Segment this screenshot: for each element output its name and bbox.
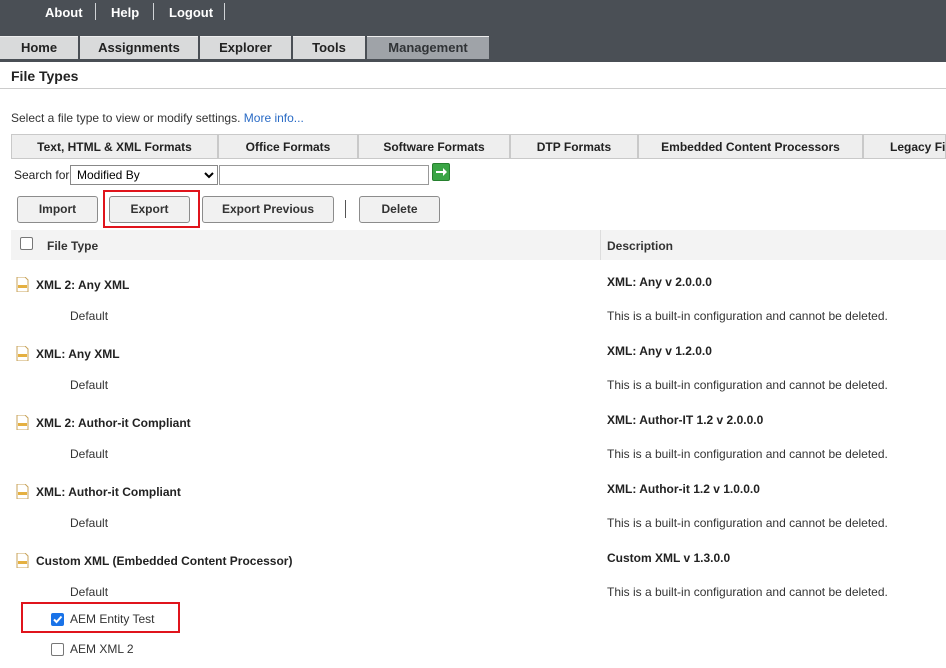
arrow-right-icon: [436, 168, 447, 176]
check-icon: [53, 615, 63, 624]
title-divider: [0, 88, 946, 89]
top-separator: [153, 3, 154, 20]
xml-file-icon: [16, 277, 29, 292]
configuration-name[interactable]: Default: [70, 516, 108, 530]
intro-label: Select a file type to view or modify set…: [11, 111, 241, 125]
configuration-name[interactable]: Default: [70, 447, 108, 461]
nav-tab-explorer[interactable]: Explorer: [200, 36, 291, 59]
search-input[interactable]: [219, 165, 429, 185]
configuration-description: This is a built-in configuration and can…: [607, 516, 888, 530]
configuration-name[interactable]: Default: [70, 378, 108, 392]
configuration-description: This is a built-in configuration and can…: [607, 378, 888, 392]
main-nav: Home Assignments Explorer Tools Manageme…: [0, 36, 946, 62]
intro-text: Select a file type to view or modify set…: [11, 111, 304, 125]
xml-file-icon: [16, 553, 29, 568]
configuration-description: This is a built-in configuration and can…: [607, 309, 888, 323]
top-separator: [224, 3, 225, 20]
search-go-button[interactable]: [432, 163, 450, 181]
xml-file-icon: [16, 484, 29, 499]
table-header: [11, 230, 946, 260]
toolbar-separator: [345, 200, 346, 218]
tab-embedded-content-processors[interactable]: Embedded Content Processors: [638, 134, 863, 159]
aem-xml-2-checkbox[interactable]: [51, 643, 64, 656]
file-type-version: XML: Author-it 1.2 v 1.0.0.0: [607, 482, 760, 496]
file-type-version: Custom XML v 1.3.0.0: [607, 551, 731, 565]
xml-file-icon: [16, 346, 29, 361]
file-type-name[interactable]: XML 2: Author-it Compliant: [36, 416, 191, 430]
column-header-description[interactable]: Description: [607, 239, 673, 253]
tab-office-formats[interactable]: Office Formats: [218, 134, 358, 159]
file-type-version: XML: Any v 1.2.0.0: [607, 344, 712, 358]
top-separator: [95, 3, 96, 20]
configuration-name[interactable]: AEM XML 2: [70, 642, 134, 656]
tab-software-formats[interactable]: Software Formats: [358, 134, 510, 159]
nav-tab-management[interactable]: Management: [367, 36, 489, 59]
top-bar: About Help Logout: [0, 0, 946, 36]
export-highlight: [103, 190, 200, 228]
logout-link[interactable]: Logout: [169, 5, 213, 20]
file-type-name[interactable]: XML 2: Any XML: [36, 278, 129, 292]
file-type-name[interactable]: XML: Author-it Compliant: [36, 485, 181, 499]
tab-strip-line: [11, 158, 946, 159]
configuration-name[interactable]: Default: [70, 309, 108, 323]
about-link[interactable]: About: [45, 5, 83, 20]
file-type-version: XML: Author-IT 1.2 v 2.0.0.0: [607, 413, 764, 427]
select-all-checkbox[interactable]: [20, 237, 33, 250]
import-button[interactable]: Import: [17, 196, 98, 223]
file-type-name[interactable]: Custom XML (Embedded Content Processor): [36, 554, 292, 568]
search-label: Search for:: [14, 168, 73, 182]
tab-legacy-file[interactable]: Legacy File: [863, 134, 946, 159]
delete-button[interactable]: Delete: [359, 196, 440, 223]
configuration-description: This is a built-in configuration and can…: [607, 447, 888, 461]
file-type-name[interactable]: XML: Any XML: [36, 347, 120, 361]
tab-dtp-formats[interactable]: DTP Formats: [510, 134, 638, 159]
search-field-select[interactable]: Modified By: [70, 165, 218, 185]
file-type-version: XML: Any v 2.0.0.0: [607, 275, 712, 289]
help-link[interactable]: Help: [111, 5, 139, 20]
page-title: File Types: [11, 68, 79, 84]
more-info-link[interactable]: More info...: [244, 111, 304, 125]
column-header-file-type[interactable]: File Type: [47, 239, 98, 253]
nav-tab-assignments[interactable]: Assignments: [80, 36, 198, 59]
nav-tab-tools[interactable]: Tools: [293, 36, 365, 59]
configuration-description: This is a built-in configuration and can…: [607, 585, 888, 599]
aem-entity-test-checkbox[interactable]: [51, 613, 64, 626]
xml-file-icon: [16, 415, 29, 430]
configuration-name[interactable]: AEM Entity Test: [70, 612, 154, 626]
configuration-name[interactable]: Default: [70, 585, 108, 599]
export-previous-button[interactable]: Export Previous: [202, 196, 334, 223]
tab-text-html-xml[interactable]: Text, HTML & XML Formats: [11, 134, 218, 159]
column-separator: [600, 230, 601, 260]
nav-tab-home[interactable]: Home: [0, 36, 78, 59]
